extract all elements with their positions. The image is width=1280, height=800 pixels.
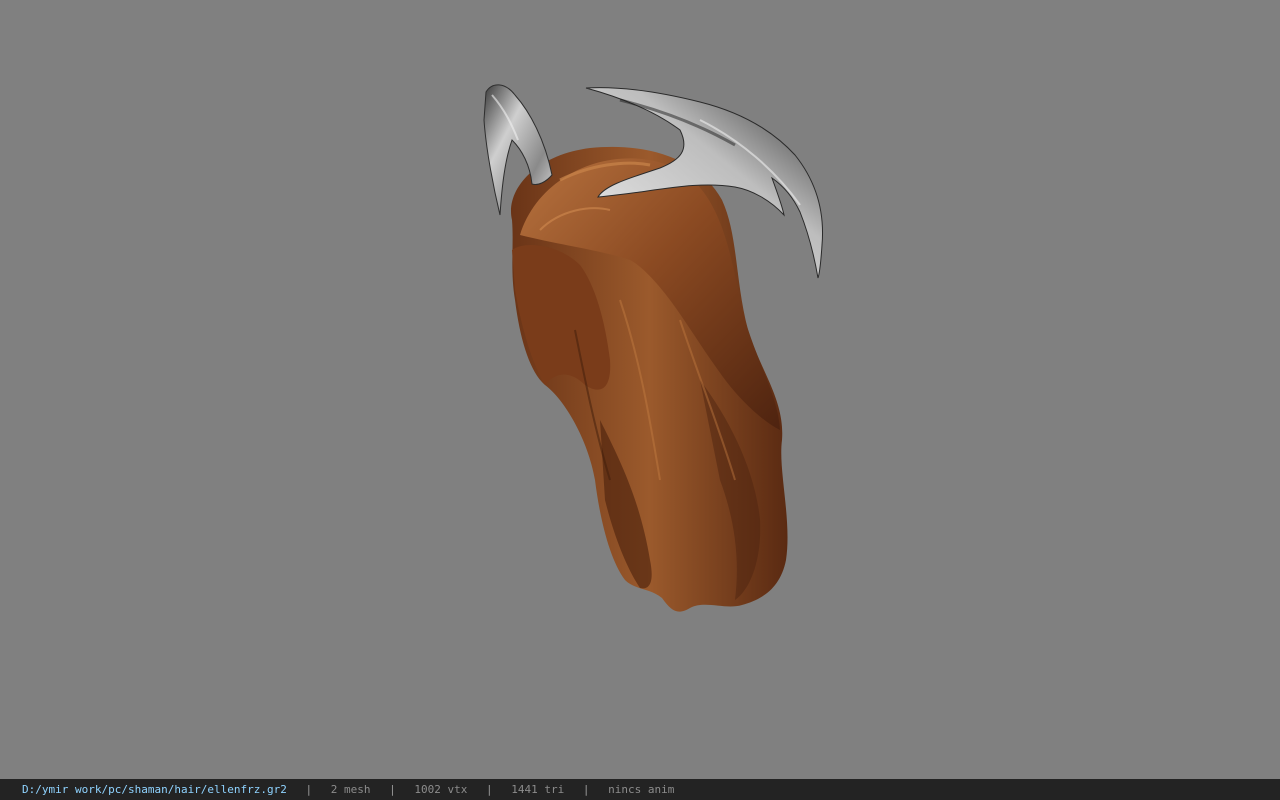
mesh-count: 2 mesh xyxy=(330,783,371,796)
triangle-count: 1441 tri xyxy=(511,783,565,796)
vertex-count: 1002 vtx xyxy=(414,783,468,796)
status-separator: | xyxy=(389,783,396,796)
status-bar: D:/ymir work/pc/shaman/hair/ellenfrz.gr2… xyxy=(0,779,1280,800)
animation-status: nincs anim xyxy=(608,783,675,796)
file-path: D:/ymir work/pc/shaman/hair/ellenfrz.gr2 xyxy=(22,783,287,796)
model-render xyxy=(483,84,824,612)
status-separator: | xyxy=(486,783,493,796)
status-separator: | xyxy=(305,783,313,796)
hair-mesh xyxy=(510,146,788,612)
status-separator: | xyxy=(582,783,590,796)
3d-viewport[interactable] xyxy=(0,0,1280,779)
